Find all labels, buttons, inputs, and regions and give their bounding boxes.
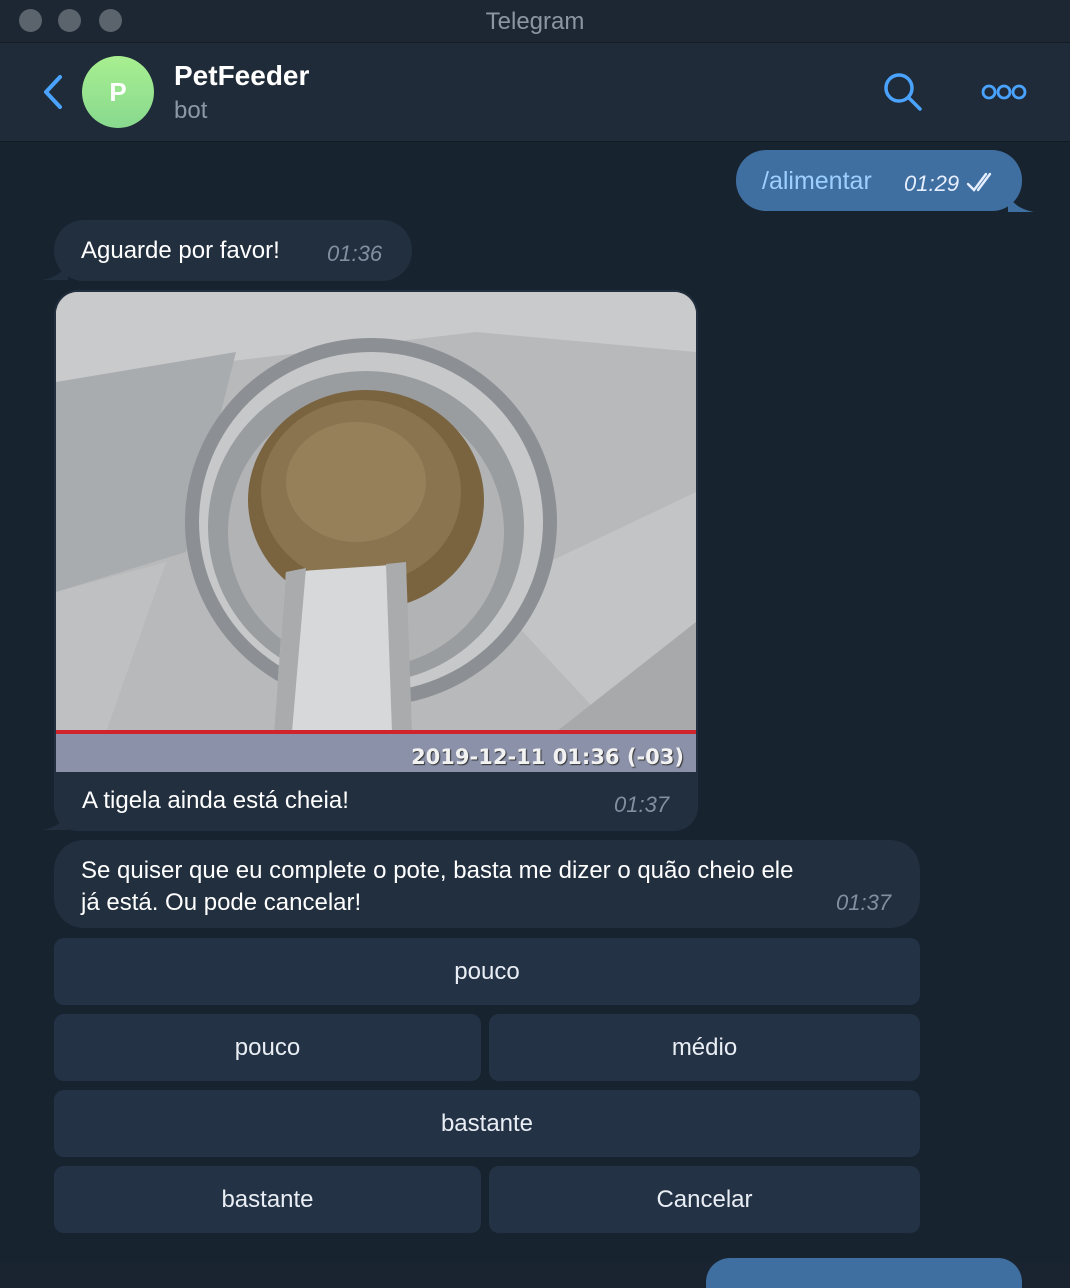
chat-header: P PetFeeder bot [0,43,1070,142]
message-text-line[interactable]: Se quiser que eu complete o pote, basta … [81,857,793,885]
bubble-tail [42,810,68,830]
bowl-photo [56,292,696,772]
window-titlebar: Telegram [0,0,1070,43]
photo-timestamp: 2019-12-11 01:36 (-03) [411,745,684,769]
keyboard-button-bastante-2[interactable]: bastante [54,1166,481,1233]
keyboard-button-medio[interactable]: médio [489,1014,920,1081]
keyboard-button-cancelar[interactable]: Cancelar [489,1166,920,1233]
keyboard-button-pouco-2[interactable]: pouco [54,1014,481,1081]
double-check-icon [966,172,992,192]
incoming-message[interactable]: Aguarde por favor! 01:36 [54,220,412,281]
bubble-tail [1008,192,1034,212]
bubble-tail [42,260,68,280]
outgoing-message[interactable]: /alimentar 01:29 [736,150,1022,211]
message-text[interactable]: Aguarde por favor! [81,237,280,265]
window-title: Telegram [485,8,585,35]
message-list[interactable]: /alimentar 01:29 Aguarde por favor! 01:3… [0,142,1070,1288]
keyboard-button-pouco[interactable]: pouco [54,938,920,1005]
message-time: 01:37 [614,792,670,817]
outgoing-message-partial[interactable] [706,1258,1022,1288]
chat-status: bot [174,97,208,124]
photo-caption[interactable]: A tigela ainda está cheia! [82,787,349,815]
chevron-left-icon[interactable] [40,73,68,111]
message-time: 01:37 [836,890,892,915]
message-time: 01:36 [327,241,383,266]
photo[interactable]: 2019-12-11 01:36 (-03) [56,292,696,772]
message-text-line[interactable]: já está. Ou pode cancelar! [81,889,361,917]
message-text[interactable]: /alimentar [762,167,872,196]
message-time: 01:29 [904,171,960,196]
avatar[interactable]: P [82,56,154,128]
search-icon[interactable] [882,71,924,113]
chat-name[interactable]: PetFeeder [174,60,309,92]
keyboard-button-bastante[interactable]: bastante [54,1090,920,1157]
more-icon[interactable] [980,81,1028,103]
incoming-message[interactable]: Se quiser que eu complete o pote, basta … [54,840,920,928]
